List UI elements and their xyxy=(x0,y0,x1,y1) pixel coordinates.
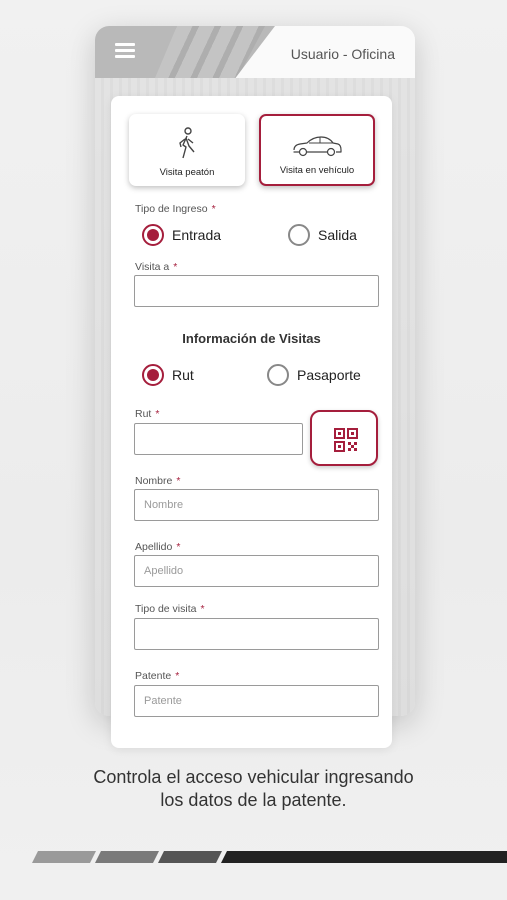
radio-entrada[interactable]: Entrada xyxy=(142,224,221,246)
patente-label-text: Patente xyxy=(135,670,172,682)
tipo-visita-input[interactable] xyxy=(134,618,379,650)
qr-code-icon xyxy=(334,428,358,452)
required-mark: * xyxy=(176,541,181,553)
tipo-ingreso-label: Tipo de Ingreso * xyxy=(135,203,216,215)
apellido-input[interactable] xyxy=(134,555,379,587)
rut-label: Rut * xyxy=(135,408,159,420)
required-mark: * xyxy=(200,603,205,615)
required-mark: * xyxy=(155,408,160,420)
patente-label: Patente * xyxy=(135,670,179,682)
nombre-input[interactable] xyxy=(134,489,379,521)
header-title: Usuario - Oficina xyxy=(290,46,395,62)
nombre-label-text: Nombre xyxy=(135,475,173,487)
caption-line-1: Controla el acceso vehicular ingresando xyxy=(93,767,414,787)
visit-form-card: Visita peatón Visita en vehículo Tipo de… xyxy=(111,96,392,748)
radio-dot xyxy=(288,224,310,246)
nombre-label: Nombre * xyxy=(135,475,180,487)
required-mark: * xyxy=(176,475,181,487)
tipo-visita-label: Tipo de visita * xyxy=(135,603,205,615)
pedestrian-icon xyxy=(179,127,195,159)
rut-input[interactable] xyxy=(134,423,303,455)
radio-dot xyxy=(142,364,164,386)
visita-a-label-text: Visita a xyxy=(135,261,170,273)
apellido-label: Apellido * xyxy=(135,541,180,553)
promo-caption: Controla el acceso vehicular ingresando … xyxy=(0,766,507,812)
radio-pasaporte[interactable]: Pasaporte xyxy=(267,364,361,386)
car-icon xyxy=(293,136,342,157)
mode-vehicle-label: Visita en vehículo xyxy=(279,165,355,176)
apellido-label-text: Apellido xyxy=(135,541,173,553)
caption-line-2: los datos de la patente. xyxy=(160,790,347,810)
info-section-title: Información de Visitas xyxy=(182,331,321,346)
qr-scan-button[interactable] xyxy=(310,410,378,466)
bottom-decoration-bar xyxy=(32,851,507,863)
visita-a-label: Visita a * xyxy=(135,261,177,273)
visita-a-input[interactable] xyxy=(134,275,379,307)
mode-pedestrian-button[interactable]: Visita peatón xyxy=(129,114,245,186)
radio-rut[interactable]: Rut xyxy=(142,364,194,386)
required-mark: * xyxy=(175,670,180,682)
rut-label-text: Rut xyxy=(135,408,152,420)
required-mark: * xyxy=(173,261,178,273)
patente-input[interactable] xyxy=(134,685,379,717)
radio-dot xyxy=(142,224,164,246)
app-header: Usuario - Oficina xyxy=(95,26,415,78)
radio-dot xyxy=(267,364,289,386)
radio-salida-label: Salida xyxy=(318,227,357,243)
radio-pasaporte-label: Pasaporte xyxy=(297,367,361,383)
required-mark: * xyxy=(211,203,216,215)
tipo-ingreso-label-text: Tipo de Ingreso xyxy=(135,203,208,215)
radio-rut-label: Rut xyxy=(172,367,194,383)
radio-entrada-label: Entrada xyxy=(172,227,222,243)
hamburger-menu-icon[interactable] xyxy=(115,43,135,58)
tipo-visita-label-text: Tipo de visita xyxy=(135,603,197,615)
mode-vehicle-button[interactable]: Visita en vehículo xyxy=(259,114,375,186)
mode-pedestrian-label: Visita peatón xyxy=(159,167,215,178)
radio-salida[interactable]: Salida xyxy=(288,224,357,246)
